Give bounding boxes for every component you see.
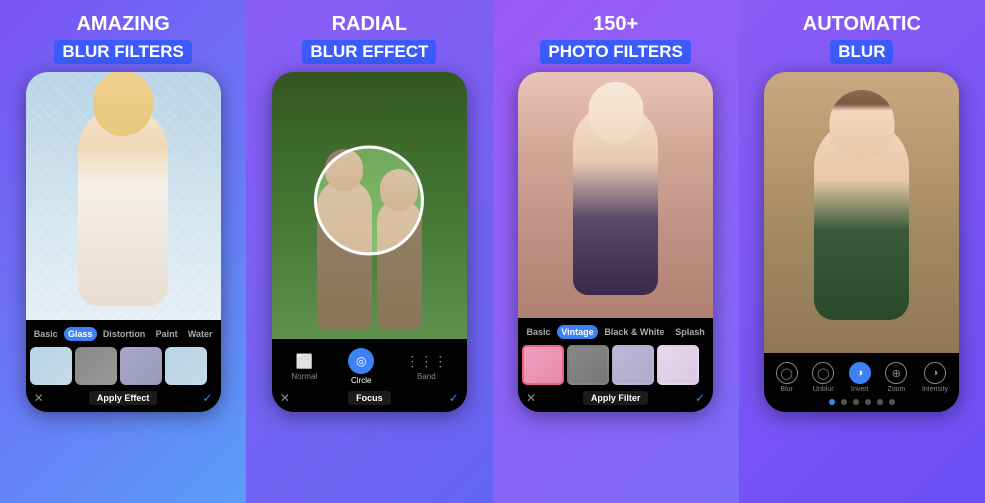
tab-vintage[interactable]: Vintage	[557, 325, 597, 339]
intensity-tool-icon: ◑	[924, 362, 946, 384]
thumbnails-row-1	[26, 344, 221, 388]
dot-2	[841, 399, 847, 405]
panel-radial-blur: RADIAL BLUR EFFECT ⬜ Normal ◎ Circle	[246, 0, 492, 503]
thumbnail-3[interactable]	[120, 347, 162, 385]
phone-frame-1: Basic Glass Distortion Paint Water ✕ App…	[26, 72, 221, 412]
panel-2-title: RADIAL	[332, 12, 408, 36]
auto-blur-photo	[764, 72, 959, 353]
check-icon-1[interactable]: ✓	[203, 391, 213, 405]
panel-4-title: AUTOMATIC	[803, 12, 921, 36]
vintage-thumbnails	[518, 342, 713, 388]
tab-splash[interactable]: Splash	[671, 325, 709, 339]
panel-auto-blur: AUTOMATIC BLUR ◯ Blur ◯ Unblur ◑ Invert	[739, 0, 985, 503]
blur-tool-icon: ◯	[776, 362, 798, 384]
panel-2-subtitle: BLUR EFFECT	[302, 40, 436, 64]
filters-woman-photo	[518, 72, 713, 318]
unblur-tool-icon: ◯	[812, 362, 834, 384]
check-icon-3[interactable]: ✓	[695, 391, 705, 405]
band-label: Band	[417, 372, 436, 381]
action-bar-1: ✕ Apply Effect ✓	[26, 388, 221, 408]
photo-area-1	[26, 72, 221, 320]
dot-1	[829, 399, 835, 405]
blur-woman-photo	[26, 72, 221, 320]
filter-tabs-1: Basic Glass Distortion Paint Water	[26, 324, 221, 344]
radial-photo	[272, 72, 467, 339]
panel-3-title: 150+	[593, 12, 638, 36]
phone-frame-3: Basic Vintage Black & White Splash ✕ App…	[518, 72, 713, 412]
radial-circle[interactable]	[314, 145, 424, 255]
bottom-bar-4: ◯ Blur ◯ Unblur ◑ Invert ⊕ Zoom ◑ Inte	[764, 353, 959, 412]
invert-label: Invert	[851, 386, 869, 393]
shape-options: ⬜ Normal ◎ Circle ⋮⋮⋮ Band	[272, 343, 467, 388]
photo-area-4	[764, 72, 959, 353]
zoom-tool-icon: ⊕	[885, 362, 907, 384]
tab-paint[interactable]: Paint	[152, 327, 182, 341]
shape-band[interactable]: ⋮⋮⋮ Band	[405, 353, 447, 381]
panel-photo-filters: 150+ PHOTO FILTERS Basic Vintage Black &…	[493, 0, 739, 503]
action-bar-3: ✕ Apply Filter ✓	[518, 388, 713, 408]
zoom-label: Zoom	[887, 386, 905, 393]
bottom-dots	[764, 396, 959, 408]
photo-area-3	[518, 72, 713, 318]
tools-row: ◯ Blur ◯ Unblur ◑ Invert ⊕ Zoom ◑ Inte	[764, 357, 959, 396]
circle-icon: ◎	[348, 348, 374, 374]
thumbnail-1[interactable]	[30, 347, 72, 385]
action-bar-2: ✕ Focus ✓	[272, 388, 467, 408]
invert-tool-icon: ◑	[849, 362, 871, 384]
woman-silhouette	[78, 106, 168, 306]
blur-label: Blur	[780, 386, 792, 393]
close-icon-2[interactable]: ✕	[280, 391, 290, 405]
shape-circle[interactable]: ◎ Circle	[348, 348, 374, 385]
close-icon-3[interactable]: ✕	[526, 391, 536, 405]
panel-blur-filters: AMAZING BLUR FILTERS Basic Glass Distort…	[0, 0, 246, 503]
check-icon-2[interactable]: ✓	[449, 391, 459, 405]
square-icon: ⬜	[296, 353, 313, 370]
tab-basic-1[interactable]: Basic	[30, 327, 62, 341]
band-icon: ⋮⋮⋮	[405, 353, 447, 370]
bottom-bar-1: Basic Glass Distortion Paint Water ✕ App…	[26, 320, 221, 412]
photo-area-2	[272, 72, 467, 339]
shape-normal[interactable]: ⬜ Normal	[291, 353, 317, 381]
tool-invert[interactable]: ◑ Invert	[849, 362, 871, 393]
panel-1-title: AMAZING	[76, 12, 169, 36]
panel-1-subtitle: BLUR FILTERS	[54, 40, 192, 64]
intensity-label: Intensity	[922, 386, 948, 393]
normal-label: Normal	[291, 372, 317, 381]
bottom-bar-2: ⬜ Normal ◎ Circle ⋮⋮⋮ Band ✕ Focus ✓	[272, 339, 467, 412]
tab-water[interactable]: Water	[184, 327, 217, 341]
apply-effect-button-1[interactable]: Apply Effect	[89, 391, 158, 405]
panel-4-subtitle: BLUR	[830, 40, 893, 64]
circle-label: Circle	[351, 376, 371, 385]
bottom-bar-3: Basic Vintage Black & White Splash ✕ App…	[518, 318, 713, 412]
apply-filter-button[interactable]: Apply Filter	[583, 391, 649, 405]
panel-3-subtitle: PHOTO FILTERS	[540, 40, 690, 64]
tab-basic-3[interactable]: Basic	[523, 325, 555, 339]
close-icon-1[interactable]: ✕	[34, 391, 44, 405]
vintage-thumb-3[interactable]	[612, 345, 654, 385]
tool-blur[interactable]: ◯ Blur	[776, 362, 798, 393]
unblur-label: Unblur	[813, 386, 834, 393]
focus-label[interactable]: Focus	[348, 391, 391, 405]
thumbnail-4[interactable]	[165, 347, 207, 385]
phone-frame-2: ⬜ Normal ◎ Circle ⋮⋮⋮ Band ✕ Focus ✓	[272, 72, 467, 412]
dot-6	[889, 399, 895, 405]
dot-4	[865, 399, 871, 405]
filters-woman-shape	[573, 105, 658, 295]
vintage-thumb-4[interactable]	[657, 345, 699, 385]
tool-unblur[interactable]: ◯ Unblur	[812, 362, 834, 393]
filter-tabs-3: Basic Vintage Black & White Splash	[518, 322, 713, 342]
tool-zoom[interactable]: ⊕ Zoom	[885, 362, 907, 393]
phone-frame-4: ◯ Blur ◯ Unblur ◑ Invert ⊕ Zoom ◑ Inte	[764, 72, 959, 412]
tab-bw[interactable]: Black & White	[600, 325, 668, 339]
vintage-thumb-1[interactable]	[522, 345, 564, 385]
thumbnail-2[interactable]	[75, 347, 117, 385]
tab-distortion[interactable]: Distortion	[99, 327, 150, 341]
tool-intensity[interactable]: ◑ Intensity	[922, 362, 948, 393]
dot-5	[877, 399, 883, 405]
tab-glass[interactable]: Glass	[64, 327, 97, 341]
vintage-thumb-2[interactable]	[567, 345, 609, 385]
dot-3	[853, 399, 859, 405]
portrait-woman-shape	[814, 120, 909, 320]
